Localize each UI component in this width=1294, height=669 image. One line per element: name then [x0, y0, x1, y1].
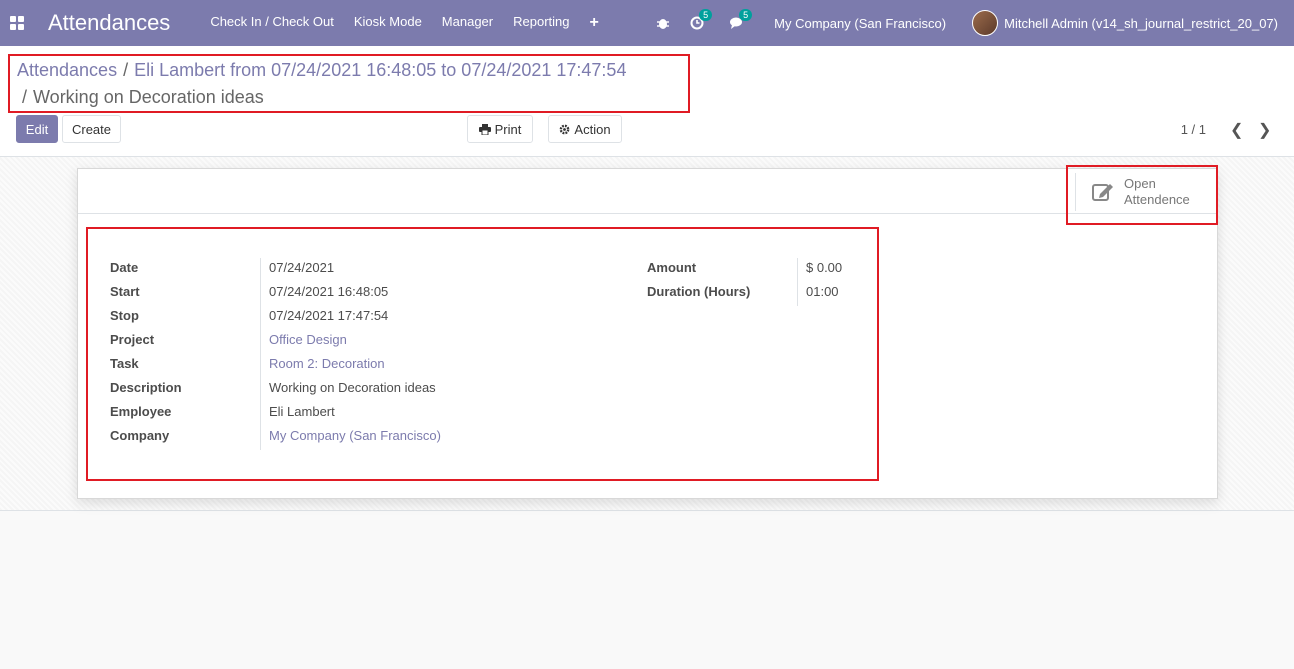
activity-count-badge: 5	[699, 9, 713, 21]
print-label: Print	[494, 121, 522, 137]
company-switcher[interactable]: My Company (San Francisco)	[774, 16, 946, 31]
top-navbar: Attendances Check In / Check Out Kiosk M…	[0, 0, 1294, 46]
fields-highlight	[86, 227, 879, 481]
app-title[interactable]: Attendances	[48, 10, 170, 36]
apps-menu-icon[interactable]	[10, 16, 24, 30]
smart-button-highlight	[1066, 165, 1218, 225]
message-count-badge: 5	[739, 9, 753, 21]
breadcrumb-attendance-record[interactable]: Eli Lambert from 07/24/2021 16:48:05 to …	[134, 60, 626, 80]
activity-clock-icon[interactable]: 5	[690, 9, 713, 30]
chevron-right-icon[interactable]: ❯	[1258, 120, 1271, 140]
breadcrumb-separator: /	[22, 87, 28, 107]
chat-bubbles-icon[interactable]: 5	[730, 9, 753, 30]
create-button[interactable]: Create	[62, 115, 121, 143]
user-avatar[interactable]	[972, 10, 999, 36]
control-panel: Attendances / Eli Lambert from 07/24/2021 …	[0, 46, 1294, 157]
menu-check-in-out[interactable]: Check In / Check Out	[210, 14, 334, 32]
breadcrumb-separator: /	[123, 60, 129, 80]
menu-kiosk-mode[interactable]: Kiosk Mode	[354, 14, 422, 32]
plus-icon[interactable]: +	[589, 14, 598, 32]
menu-reporting[interactable]: Reporting	[513, 14, 569, 32]
debug-bug-icon[interactable]	[656, 16, 670, 30]
breadcrumb-current: Working on Decoration ideas	[33, 87, 264, 107]
printer-icon	[478, 123, 491, 135]
action-label: Action	[574, 121, 611, 137]
user-menu[interactable]: Mitchell Admin (v14_sh_journal_restrict_…	[1004, 16, 1278, 31]
breadcrumb-attendances[interactable]: Attendances	[17, 60, 117, 80]
button-box: Open Attendence	[78, 169, 1217, 214]
pager-value[interactable]: 1 / 1	[1181, 122, 1206, 137]
action-button[interactable]: Action	[548, 115, 622, 143]
breadcrumb: Attendances / Eli Lambert from 07/24/2021 …	[8, 54, 690, 113]
main-menu: Check In / Check Out Kiosk Mode Manager …	[210, 14, 619, 32]
gear-icon	[560, 124, 570, 134]
edit-button[interactable]: Edit	[16, 115, 58, 143]
chevron-left-icon[interactable]: ❮	[1230, 120, 1243, 140]
print-button[interactable]: Print	[467, 115, 533, 143]
menu-manager[interactable]: Manager	[442, 14, 493, 32]
